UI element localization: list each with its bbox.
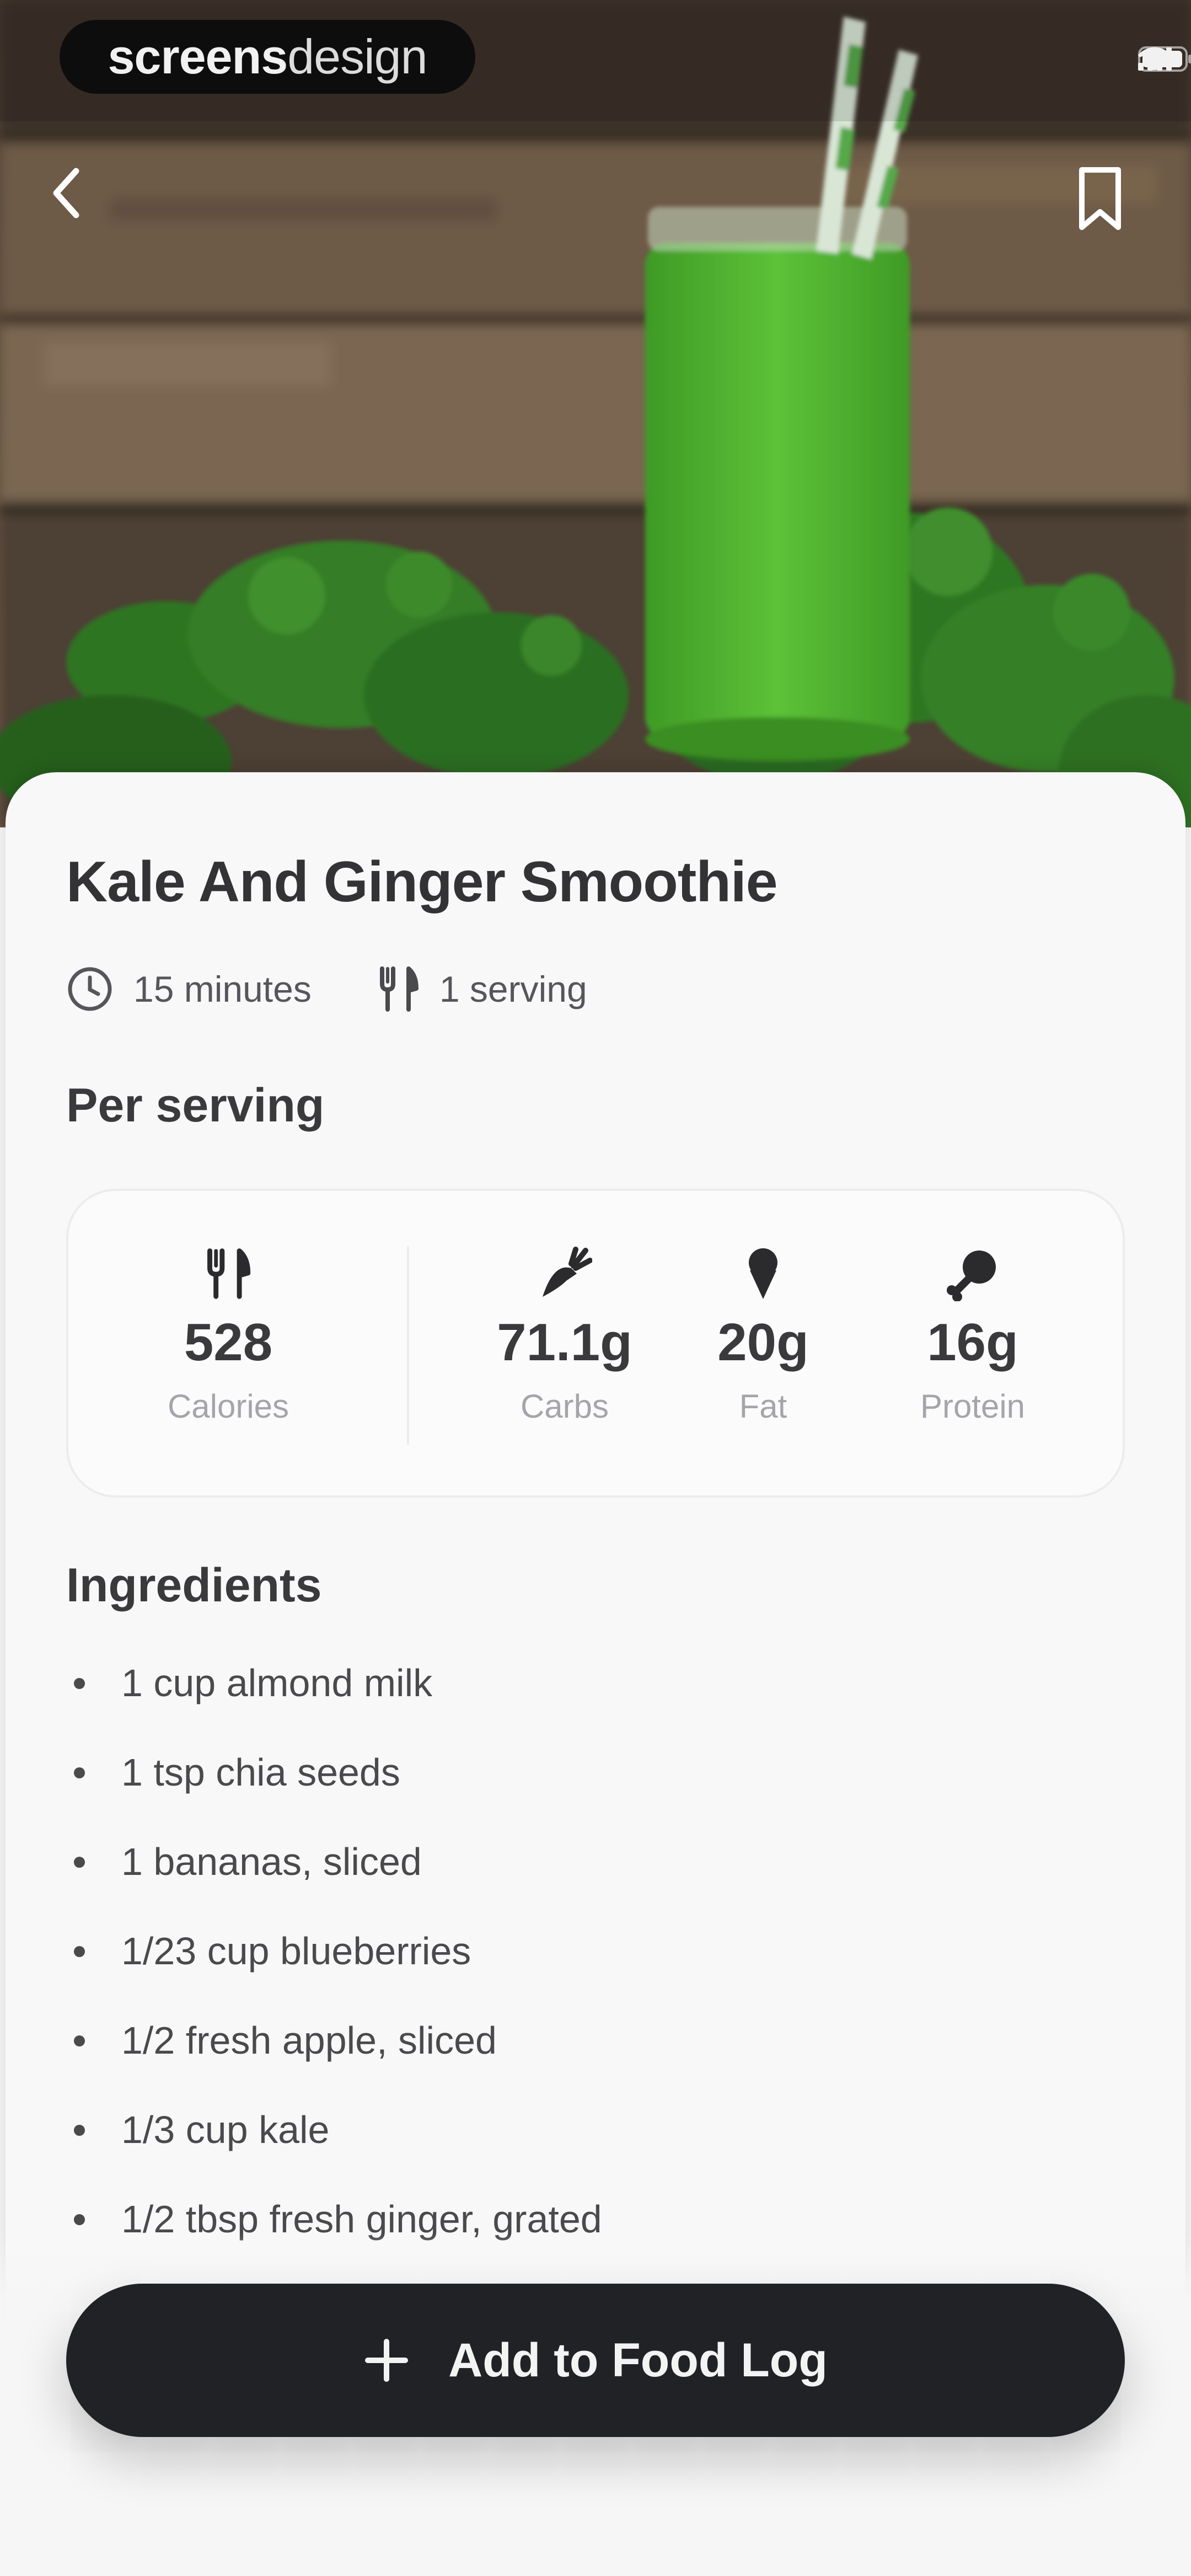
carrot-icon (543, 1247, 592, 1297)
calories-value: 528 (184, 1313, 273, 1372)
ingredient-item: 1 tsp chia seeds (66, 1728, 602, 1817)
recipe-meta: 15 minutes 1 serving (66, 965, 587, 1013)
ingredient-item: 1 bananas, sliced (66, 1817, 602, 1906)
smoothie-photo (0, 0, 1191, 827)
ingredient-item: 1/23 cup blueberries (66, 1906, 602, 1996)
recipe-title: Kale And Ginger Smoothie (66, 850, 778, 914)
carbs-label: Carbs (520, 1388, 609, 1425)
servings: 1 serving (378, 965, 587, 1013)
fat-label: Fat (739, 1388, 787, 1425)
nutrition-calories: 528 Calories (151, 1191, 305, 1495)
nutrition-protein: 16g Protein (890, 1191, 1055, 1495)
nutrition-fat: 20g Fat (697, 1191, 829, 1495)
fork-knife-icon (379, 966, 419, 1012)
ice-cream-icon (749, 1248, 777, 1299)
recipe-detail-screen: screens design Kale And Ginger Smoothie … (0, 0, 1191, 2576)
watermark-bold: screens (108, 29, 288, 84)
ingredient-item: 1/2 fresh apple, sliced (66, 1996, 602, 2085)
ingredient-item: 1 cup almond milk (66, 1638, 602, 1728)
prep-time-text: 15 minutes (133, 969, 312, 1009)
prep-time: 15 minutes (66, 965, 312, 1013)
carbs-value: 71.1g (497, 1313, 632, 1372)
nutrition-summary: 528 Calories 71.1g Carbs 20g Fat 16g Pro… (66, 1189, 1125, 1498)
add-to-food-log-button[interactable]: Add to Food Log (66, 2284, 1125, 2437)
bookmark-icon (1079, 167, 1121, 230)
ingredient-item: 1/3 cup kale (66, 2085, 602, 2174)
calories-label: Calories (167, 1388, 289, 1425)
ingredients-list: 1 cup almond milk 1 tsp chia seeds 1 ban… (66, 1638, 602, 2264)
protein-value: 16g (927, 1313, 1018, 1372)
plus-icon (365, 2339, 409, 2382)
hero-image: screens design (0, 0, 1191, 827)
clock-icon (68, 967, 112, 1011)
ingredients-heading: Ingredients (66, 1559, 322, 1612)
fork-knife-icon (207, 1248, 251, 1299)
protein-label: Protein (920, 1388, 1026, 1425)
back-button[interactable] (50, 165, 116, 232)
nutrition-divider (407, 1246, 409, 1445)
watermark-light: design (287, 29, 427, 84)
drumstick-icon (947, 1250, 996, 1301)
chevron-left-icon (53, 168, 79, 218)
add-to-food-log-label: Add to Food Log (448, 2333, 828, 2387)
per-serving-heading: Per serving (66, 1079, 325, 1132)
bookmark-button[interactable] (1075, 165, 1141, 232)
screensdesign-watermark: screens design (60, 20, 475, 94)
nutrition-carbs: 71.1g Carbs (487, 1191, 642, 1495)
fat-value: 20g (717, 1313, 809, 1372)
battery-icon (1138, 46, 1191, 72)
servings-text: 1 serving (439, 969, 587, 1009)
